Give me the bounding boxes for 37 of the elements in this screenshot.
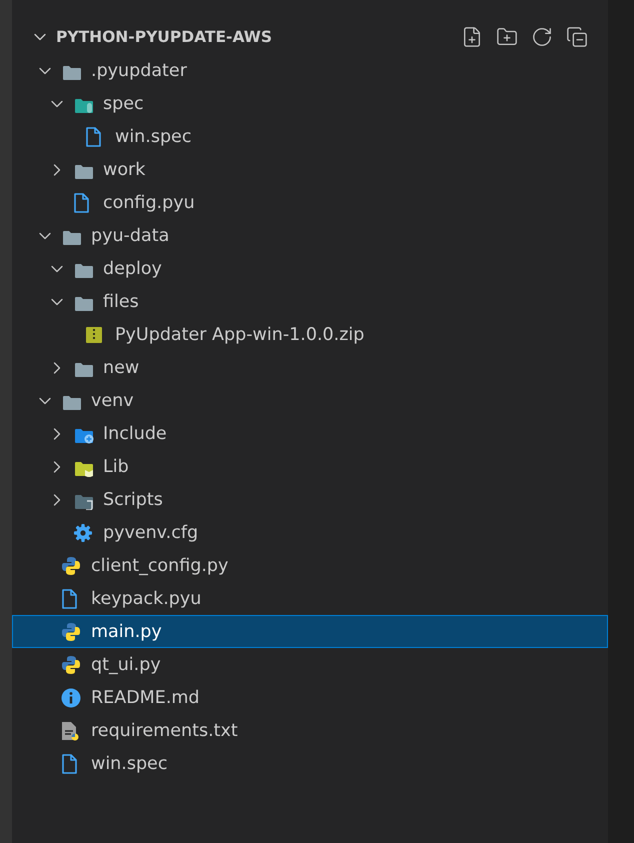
python-icon: [61, 654, 81, 674]
tree-item[interactable]: .pyupdater: [12, 54, 608, 87]
collapse-all-button[interactable]: [566, 26, 588, 48]
new-folder-button[interactable]: [496, 26, 518, 48]
file-icon: [85, 126, 101, 146]
tree-item[interactable]: pyu-data: [12, 219, 608, 252]
tree-item[interactable]: work: [12, 153, 608, 186]
file-icon: [61, 588, 77, 608]
tree-item[interactable]: files: [12, 285, 608, 318]
tree-item[interactable]: Lib: [12, 450, 608, 483]
tree-item[interactable]: win.spec: [12, 747, 608, 780]
new-file-button[interactable]: [461, 26, 483, 48]
tree-item[interactable]: client_config.py: [12, 549, 608, 582]
zip-file-icon: [85, 326, 103, 344]
tree-item[interactable]: Include: [12, 417, 608, 450]
tree-item[interactable]: config.pyu: [12, 186, 608, 219]
workspace-title[interactable]: PYTHON-PYUPDATE-AWS: [56, 28, 461, 46]
text-file-python-icon: [61, 720, 79, 740]
tree-item[interactable]: pyvenv.cfg: [12, 516, 608, 549]
file-icon: [73, 192, 89, 212]
tree-item[interactable]: spec: [12, 87, 608, 120]
file-icon: [61, 754, 77, 774]
tree-item[interactable]: README.md: [12, 681, 608, 714]
tree-item[interactable]: requirements.txt: [12, 714, 608, 747]
tree-item[interactable]: PyUpdater App-win-1.0.0.zip: [12, 318, 608, 351]
tree-item[interactable]: qt_ui.py: [12, 648, 608, 681]
tree-item[interactable]: win.spec: [12, 120, 608, 153]
tree-item[interactable]: Scripts: [12, 483, 608, 516]
tree-item[interactable]: new: [12, 351, 608, 384]
refresh-button[interactable]: [531, 26, 553, 48]
tree-item[interactable]: main.py: [12, 615, 608, 648]
python-icon: [61, 622, 81, 642]
python-icon: [61, 556, 81, 576]
info-icon: [61, 688, 81, 708]
tree-item[interactable]: keypack.pyu: [12, 582, 608, 615]
tree-item[interactable]: venv: [12, 384, 608, 417]
tree-item[interactable]: deploy: [12, 252, 608, 285]
